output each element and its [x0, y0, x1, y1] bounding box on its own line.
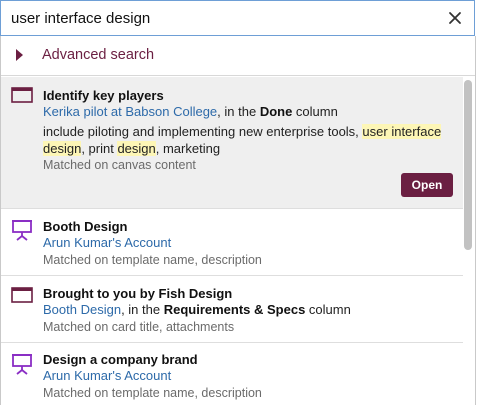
account-link[interactable]: Arun Kumar's Account [43, 368, 171, 383]
snippet-text: , marketing [155, 141, 221, 156]
scrollbar-thumb[interactable] [464, 80, 472, 250]
search-input[interactable] [11, 7, 431, 29]
close-icon[interactable] [446, 9, 464, 27]
result-title[interactable]: Brought to you by Fish Design [43, 286, 232, 301]
subtitle-text: column [292, 104, 338, 119]
result-item-brought-to-you-by-fish-design[interactable]: Brought to you by Fish Design Booth Desi… [1, 276, 463, 343]
match-info: Matched on canvas content [43, 158, 196, 172]
triangle-right-icon [16, 49, 23, 61]
result-title[interactable]: Identify key players [43, 88, 164, 103]
results-panel: Advanced search Identify key players Ker… [0, 36, 476, 405]
scrollbar[interactable] [464, 80, 472, 400]
subtitle-text: , in the [121, 302, 164, 317]
card-icon [11, 287, 33, 308]
result-item-identify-key-players[interactable]: Identify key players Kerika pilot at Bab… [1, 77, 463, 209]
subtitle-text: , in the [217, 104, 260, 119]
match-info: Matched on card title, attachments [43, 320, 235, 334]
match-info: Matched on template name, description [43, 386, 262, 400]
column-name: Requirements & Specs [163, 302, 306, 317]
result-item-booth-design[interactable]: Booth Design Arun Kumar's Account Matche… [1, 209, 463, 276]
results-list: Identify key players Kerika pilot at Bab… [1, 77, 463, 405]
result-subtitle: Booth Design, in the Requirements & Spec… [43, 302, 351, 317]
result-subtitle: Kerika pilot at Babson College, in the D… [43, 104, 338, 119]
result-item-design-a-company-brand[interactable]: Design a company brand Arun Kumar's Acco… [1, 343, 463, 405]
snippet-highlight: user interface [362, 124, 442, 139]
template-icon [11, 353, 33, 380]
advanced-search-toggle[interactable]: Advanced search [1, 36, 475, 76]
board-link[interactable]: Kerika pilot at Babson College [43, 104, 217, 119]
account-link[interactable]: Arun Kumar's Account [43, 235, 171, 250]
snippet-text: , print [81, 141, 118, 156]
template-icon [11, 219, 33, 246]
result-content-snippet: include piloting and implementing new en… [43, 123, 453, 157]
match-info: Matched on template name, description [43, 253, 262, 267]
subtitle-text: column [305, 302, 351, 317]
advanced-search-label: Advanced search [42, 47, 155, 63]
column-name: Done [259, 104, 293, 119]
snippet-highlight: design [43, 141, 82, 156]
snippet-text: include piloting and implementing new en… [43, 124, 363, 139]
snippet-highlight: design [117, 141, 156, 156]
result-title[interactable]: Booth Design [43, 219, 128, 234]
search-bar [0, 0, 475, 36]
result-title[interactable]: Design a company brand [43, 352, 198, 367]
card-icon [11, 87, 33, 108]
open-button[interactable]: Open [401, 173, 453, 197]
board-link[interactable]: Booth Design [43, 302, 121, 317]
